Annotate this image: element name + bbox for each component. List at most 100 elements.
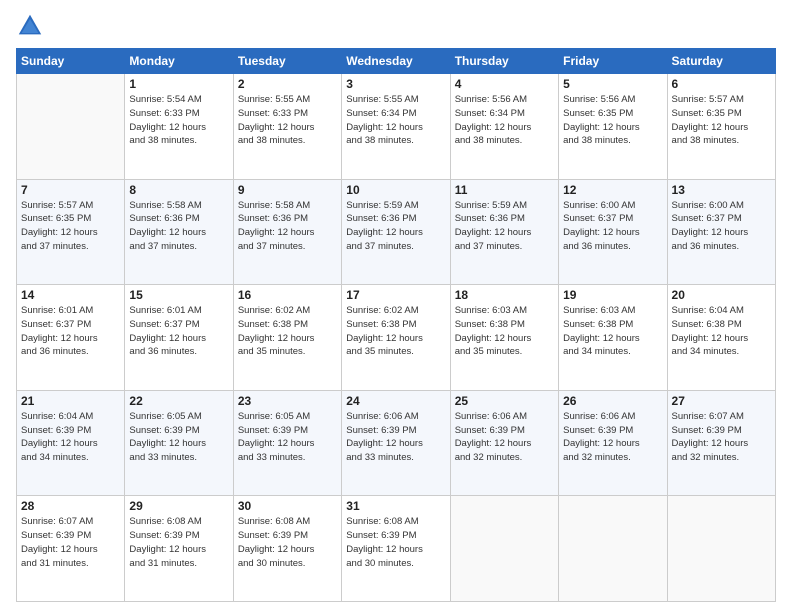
week-row-4: 21Sunrise: 6:04 AM Sunset: 6:39 PM Dayli… [17, 390, 776, 496]
day-number: 3 [346, 77, 445, 91]
day-info: Sunrise: 6:04 AM Sunset: 6:38 PM Dayligh… [672, 304, 771, 359]
day-number: 6 [672, 77, 771, 91]
day-info: Sunrise: 6:06 AM Sunset: 6:39 PM Dayligh… [346, 410, 445, 465]
calendar-cell: 16 Sunrise: 6:02 AM Sunset: 6:38 PM Dayli… [233, 285, 341, 391]
logo-icon [16, 12, 44, 40]
calendar-cell: 6 Sunrise: 5:57 AM Sunset: 6:35 PM Daylig… [667, 74, 775, 180]
day-info: Sunrise: 5:55 AM Sunset: 6:34 PM Dayligh… [346, 93, 445, 148]
day-info: Sunrise: 5:56 AM Sunset: 6:34 PM Dayligh… [455, 93, 554, 148]
header [16, 12, 776, 40]
day-number: 23 [238, 394, 337, 408]
calendar-cell: 30 Sunrise: 6:08 AM Sunset: 6:39 PM Dayli… [233, 496, 341, 602]
calendar-cell: 9 Sunrise: 5:58 AM Sunset: 6:36 PM Daylig… [233, 179, 341, 285]
day-info: Sunrise: 6:02 AM Sunset: 6:38 PM Dayligh… [238, 304, 337, 359]
day-info: Sunrise: 6:08 AM Sunset: 6:39 PM Dayligh… [129, 515, 228, 570]
col-header-tuesday: Tuesday [233, 49, 341, 74]
week-row-3: 14 Sunrise: 6:01 AM Sunset: 6:37 PM Dayli… [17, 285, 776, 391]
calendar-cell: 11 Sunrise: 5:59 AM Sunset: 6:36 PM Dayli… [450, 179, 558, 285]
day-info: Sunrise: 6:05 AM Sunset: 6:39 PM Dayligh… [129, 410, 228, 465]
calendar-cell: 19 Sunrise: 6:03 AM Sunset: 6:38 PM Dayli… [559, 285, 667, 391]
calendar-cell: 29 Sunrise: 6:08 AM Sunset: 6:39 PM Dayli… [125, 496, 233, 602]
page: SundayMondayTuesdayWednesdayThursdayFrid… [0, 0, 792, 612]
calendar-cell: 7Sunrise: 5:57 AM Sunset: 6:35 PM Daylig… [17, 179, 125, 285]
calendar-cell [559, 496, 667, 602]
calendar-cell: 2 Sunrise: 5:55 AM Sunset: 6:33 PM Daylig… [233, 74, 341, 180]
calendar-cell: 14 Sunrise: 6:01 AM Sunset: 6:37 PM Dayli… [17, 285, 125, 391]
day-info: Sunrise: 6:06 AM Sunset: 6:39 PM Dayligh… [563, 410, 662, 465]
day-info: Sunrise: 5:57 AM Sunset: 6:35 PM Dayligh… [672, 93, 771, 148]
day-number: 19 [563, 288, 662, 302]
day-info: Sunrise: 5:54 AM Sunset: 6:33 PM Dayligh… [129, 93, 228, 148]
calendar-cell: 12Sunrise: 6:00 AM Sunset: 6:37 PM Dayli… [559, 179, 667, 285]
day-number: 24 [346, 394, 445, 408]
day-info: Sunrise: 6:08 AM Sunset: 6:39 PM Dayligh… [238, 515, 337, 570]
calendar-cell: 5Sunrise: 5:56 AM Sunset: 6:35 PM Daylig… [559, 74, 667, 180]
day-number: 2 [238, 77, 337, 91]
day-info: Sunrise: 6:03 AM Sunset: 6:38 PM Dayligh… [455, 304, 554, 359]
week-row-1: 1Sunrise: 5:54 AM Sunset: 6:33 PM Daylig… [17, 74, 776, 180]
calendar-cell: 22 Sunrise: 6:05 AM Sunset: 6:39 PM Dayli… [125, 390, 233, 496]
day-number: 18 [455, 288, 554, 302]
calendar-cell: 23Sunrise: 6:05 AM Sunset: 6:39 PM Dayli… [233, 390, 341, 496]
calendar-cell: 20 Sunrise: 6:04 AM Sunset: 6:38 PM Dayli… [667, 285, 775, 391]
header-row: SundayMondayTuesdayWednesdayThursdayFrid… [17, 49, 776, 74]
day-number: 14 [21, 288, 120, 302]
calendar-cell: 4 Sunrise: 5:56 AM Sunset: 6:34 PM Daylig… [450, 74, 558, 180]
logo [16, 12, 48, 40]
calendar-cell: 28 Sunrise: 6:07 AM Sunset: 6:39 PM Dayli… [17, 496, 125, 602]
day-number: 13 [672, 183, 771, 197]
day-number: 25 [455, 394, 554, 408]
day-info: Sunrise: 5:58 AM Sunset: 6:36 PM Dayligh… [238, 199, 337, 254]
day-info: Sunrise: 6:01 AM Sunset: 6:37 PM Dayligh… [21, 304, 120, 359]
calendar-cell: 10 Sunrise: 5:59 AM Sunset: 6:36 PM Dayli… [342, 179, 450, 285]
calendar-cell [667, 496, 775, 602]
col-header-wednesday: Wednesday [342, 49, 450, 74]
day-info: Sunrise: 5:58 AM Sunset: 6:36 PM Dayligh… [129, 199, 228, 254]
day-number: 4 [455, 77, 554, 91]
day-number: 7 [21, 183, 120, 197]
calendar-cell: 17Sunrise: 6:02 AM Sunset: 6:38 PM Dayli… [342, 285, 450, 391]
calendar-cell: 25 Sunrise: 6:06 AM Sunset: 6:39 PM Dayli… [450, 390, 558, 496]
day-number: 8 [129, 183, 228, 197]
col-header-thursday: Thursday [450, 49, 558, 74]
day-info: Sunrise: 6:06 AM Sunset: 6:39 PM Dayligh… [455, 410, 554, 465]
day-info: Sunrise: 6:04 AM Sunset: 6:39 PM Dayligh… [21, 410, 120, 465]
calendar-cell: 21Sunrise: 6:04 AM Sunset: 6:39 PM Dayli… [17, 390, 125, 496]
day-number: 28 [21, 499, 120, 513]
day-number: 11 [455, 183, 554, 197]
calendar-cell: 18 Sunrise: 6:03 AM Sunset: 6:38 PM Dayli… [450, 285, 558, 391]
day-info: Sunrise: 6:00 AM Sunset: 6:37 PM Dayligh… [672, 199, 771, 254]
day-number: 22 [129, 394, 228, 408]
day-number: 12 [563, 183, 662, 197]
calendar-cell: 26 Sunrise: 6:06 AM Sunset: 6:39 PM Dayli… [559, 390, 667, 496]
day-number: 29 [129, 499, 228, 513]
day-number: 20 [672, 288, 771, 302]
day-number: 5 [563, 77, 662, 91]
calendar-cell: 27Sunrise: 6:07 AM Sunset: 6:39 PM Dayli… [667, 390, 775, 496]
day-info: Sunrise: 6:07 AM Sunset: 6:39 PM Dayligh… [21, 515, 120, 570]
day-info: Sunrise: 5:59 AM Sunset: 6:36 PM Dayligh… [455, 199, 554, 254]
day-number: 15 [129, 288, 228, 302]
calendar-cell: 31Sunrise: 6:08 AM Sunset: 6:39 PM Dayli… [342, 496, 450, 602]
week-row-5: 28 Sunrise: 6:07 AM Sunset: 6:39 PM Dayli… [17, 496, 776, 602]
calendar-cell [450, 496, 558, 602]
day-number: 26 [563, 394, 662, 408]
day-number: 31 [346, 499, 445, 513]
day-info: Sunrise: 6:03 AM Sunset: 6:38 PM Dayligh… [563, 304, 662, 359]
col-header-saturday: Saturday [667, 49, 775, 74]
day-info: Sunrise: 5:59 AM Sunset: 6:36 PM Dayligh… [346, 199, 445, 254]
calendar-cell [17, 74, 125, 180]
week-row-2: 7Sunrise: 5:57 AM Sunset: 6:35 PM Daylig… [17, 179, 776, 285]
calendar-cell: 8 Sunrise: 5:58 AM Sunset: 6:36 PM Daylig… [125, 179, 233, 285]
day-number: 9 [238, 183, 337, 197]
col-header-friday: Friday [559, 49, 667, 74]
day-info: Sunrise: 5:55 AM Sunset: 6:33 PM Dayligh… [238, 93, 337, 148]
day-number: 17 [346, 288, 445, 302]
day-number: 10 [346, 183, 445, 197]
day-number: 30 [238, 499, 337, 513]
calendar-cell: 3 Sunrise: 5:55 AM Sunset: 6:34 PM Daylig… [342, 74, 450, 180]
calendar-cell: 24 Sunrise: 6:06 AM Sunset: 6:39 PM Dayli… [342, 390, 450, 496]
day-info: Sunrise: 6:07 AM Sunset: 6:39 PM Dayligh… [672, 410, 771, 465]
calendar-table: SundayMondayTuesdayWednesdayThursdayFrid… [16, 48, 776, 602]
day-number: 16 [238, 288, 337, 302]
